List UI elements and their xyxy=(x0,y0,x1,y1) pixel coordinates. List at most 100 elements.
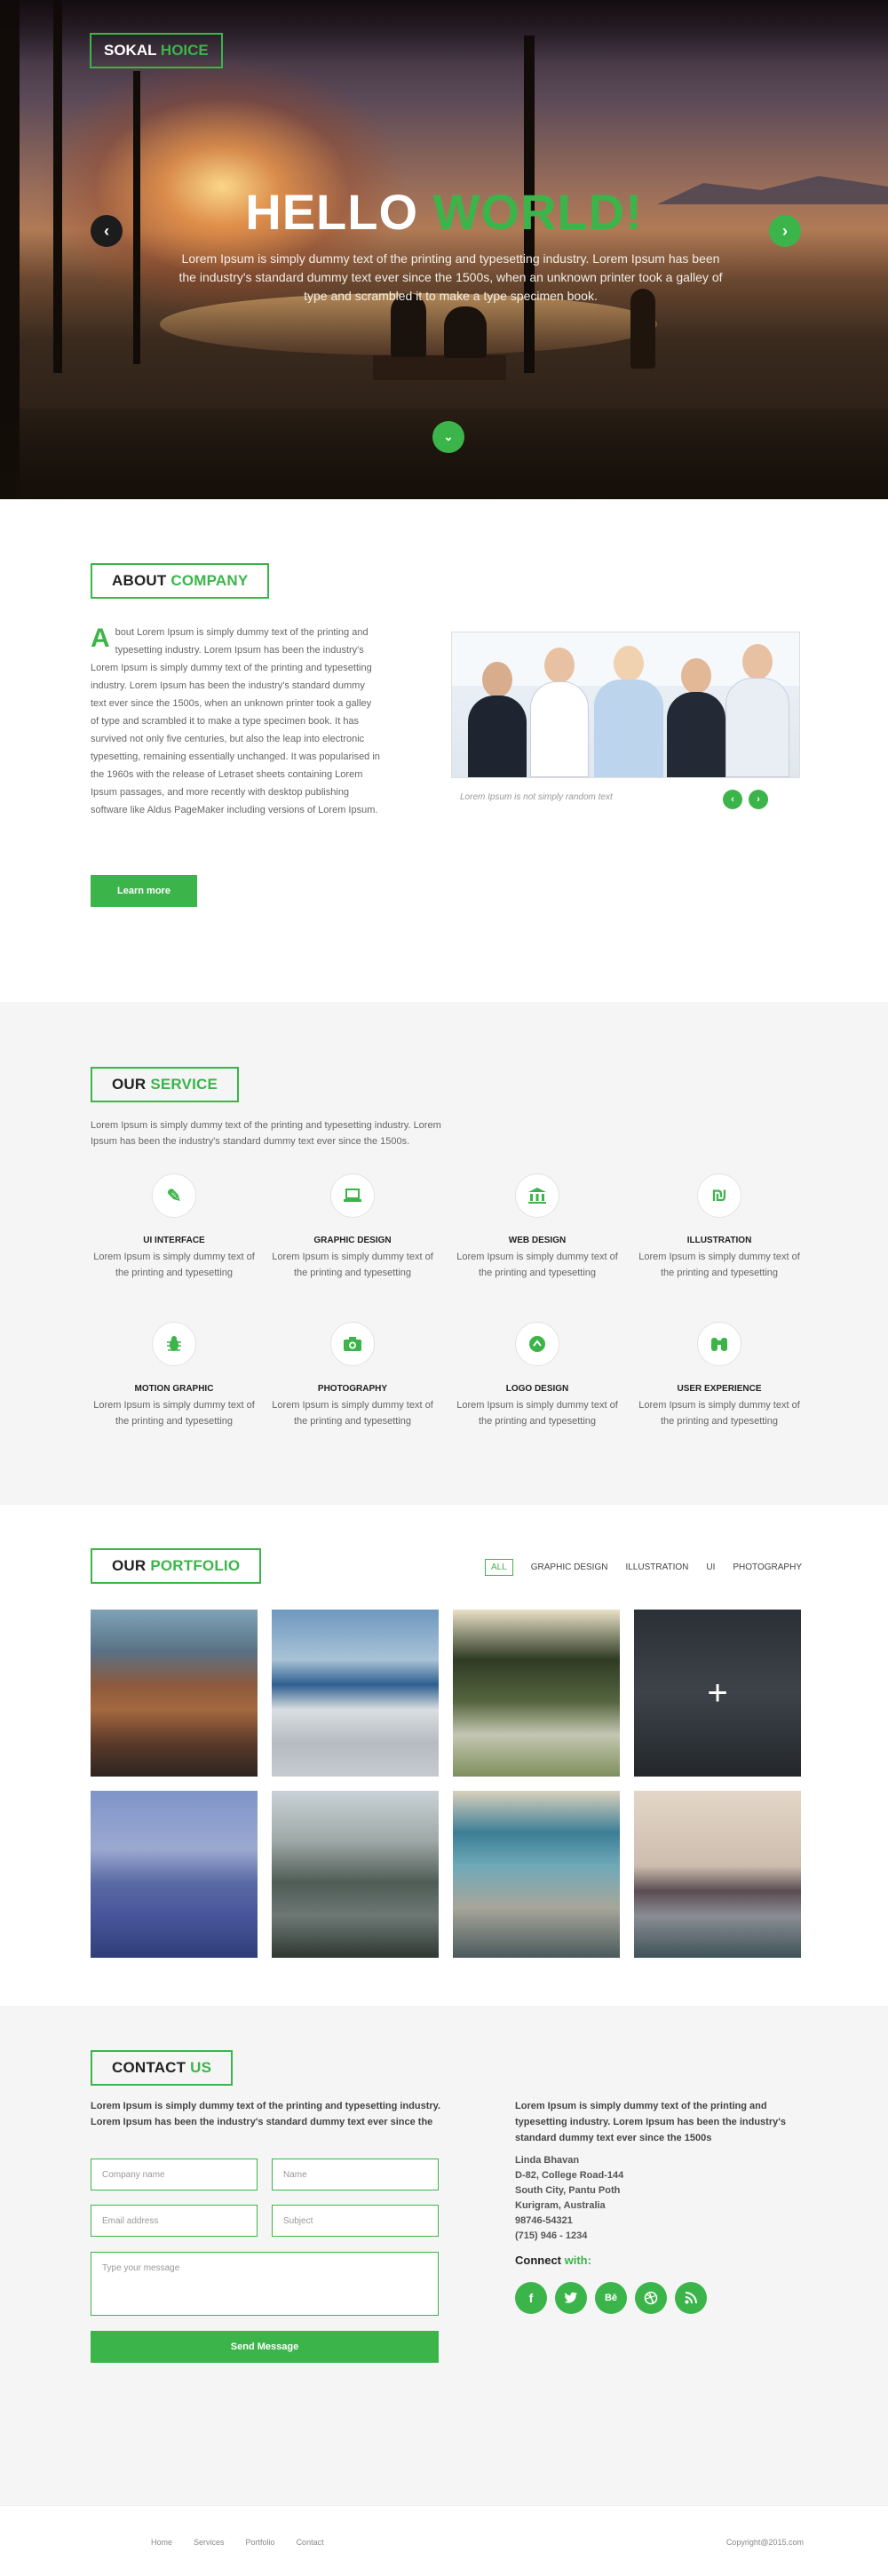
title-dark: CONTACT xyxy=(112,2059,191,2076)
behance-icon[interactable]: Bē xyxy=(595,2282,627,2314)
title-green: COMPANY xyxy=(170,572,249,589)
service-item[interactable]: PHOTOGRAPHY Lorem Ipsum is simply dummy … xyxy=(268,1322,437,1429)
chevron-up-circle-icon xyxy=(515,1322,559,1366)
service-text: Lorem Ipsum is simply dummy text of the … xyxy=(93,1400,255,1427)
email-field[interactable]: Email address xyxy=(91,2205,258,2237)
portfolio-item[interactable] xyxy=(91,1791,258,1958)
portfolio-item[interactable] xyxy=(453,1610,620,1777)
service-section-title: OUR SERVICE xyxy=(91,1067,240,1102)
bench xyxy=(373,355,506,380)
person xyxy=(530,648,589,777)
hero-title-white: HELLO xyxy=(245,184,433,240)
service-item[interactable]: GRAPHIC DESIGN Lorem Ipsum is simply dum… xyxy=(268,1173,437,1281)
chevron-down-icon: ⌄ xyxy=(443,430,454,443)
plus-icon: + xyxy=(707,1673,728,1713)
person-silhouette xyxy=(444,306,487,358)
rss-icon[interactable] xyxy=(675,2282,707,2314)
footer-link-contact[interactable]: Contact xyxy=(297,2538,324,2547)
twitter-icon[interactable] xyxy=(555,2282,587,2314)
photo-next-button[interactable]: › xyxy=(749,790,768,809)
address-line: Kurigram, Australia xyxy=(515,2200,606,2211)
portfolio-item[interactable] xyxy=(634,1791,801,1958)
site-logo[interactable]: SOKAL HOICE xyxy=(90,33,223,68)
title-green: SERVICE xyxy=(150,1076,218,1093)
team-photo xyxy=(451,632,800,778)
address-line: South City, Pantu Poth xyxy=(515,2185,621,2196)
service-title: WEB DESIGN xyxy=(508,1236,567,1245)
hero-text: Lorem Ipsum is simply dummy text of the … xyxy=(178,251,723,303)
subject-field[interactable]: Subject xyxy=(272,2205,439,2237)
address-line: Linda Bhavan xyxy=(515,2155,580,2166)
filter-photography[interactable]: PHOTOGRAPHY xyxy=(733,1562,802,1572)
contact-info: Lorem Ipsum is simply dummy text of the … xyxy=(515,2098,799,2244)
shekel-icon: ₪ xyxy=(697,1173,741,1218)
about-text: About Lorem Ipsum is simply dummy text o… xyxy=(91,624,380,819)
service-title: PHOTOGRAPHY xyxy=(317,1384,388,1394)
about-body: bout Lorem Ipsum is simply dummy text of… xyxy=(91,627,380,815)
person xyxy=(594,646,663,777)
footer-nav: Home Services Portfolio Contact xyxy=(151,2538,324,2547)
portfolio-item-hover[interactable]: + xyxy=(634,1610,801,1777)
send-message-button[interactable]: Send Message xyxy=(91,2331,439,2363)
title-green: PORTFOLIO xyxy=(150,1557,241,1574)
footer-link-services[interactable]: Services xyxy=(194,2538,225,2547)
portfolio-item[interactable] xyxy=(91,1610,258,1777)
filter-graphic-design[interactable]: GRAPHIC DESIGN xyxy=(531,1562,608,1572)
connect-heading: Connect with: xyxy=(515,2254,591,2267)
photo-caption: Lorem Ipsum is not simply random text xyxy=(460,792,613,802)
service-text: Lorem Ipsum is simply dummy text of the … xyxy=(456,1400,618,1427)
person xyxy=(725,644,789,777)
dropcap: A xyxy=(91,624,110,653)
filter-illustration[interactable]: ILLUSTRATION xyxy=(625,1562,688,1572)
filter-ui[interactable]: UI xyxy=(706,1562,715,1572)
filter-all[interactable]: ALL xyxy=(484,1559,513,1576)
person xyxy=(667,658,725,777)
title-dark: OUR xyxy=(112,1076,151,1093)
slider-prev-button[interactable]: ‹ xyxy=(91,215,123,247)
portfolio-item[interactable] xyxy=(272,1791,439,1958)
slider-next-button[interactable]: › xyxy=(769,215,801,247)
service-item[interactable]: USER EXPERIENCE Lorem Ipsum is simply du… xyxy=(635,1322,804,1429)
message-field[interactable]: Type your message xyxy=(91,2252,439,2316)
hero-banner: SOKAL HOICE HELLO WORLD! Lorem Ipsum is … xyxy=(0,0,888,499)
chevron-right-icon: › xyxy=(757,794,760,805)
name-field[interactable]: Name xyxy=(272,2159,439,2190)
binoculars-icon xyxy=(697,1322,741,1366)
facebook-icon[interactable]: f xyxy=(515,2282,547,2314)
logo-text-accent: HOICE xyxy=(160,42,209,59)
service-item[interactable]: ₪ ILLUSTRATION Lorem Ipsum is simply dum… xyxy=(635,1173,804,1281)
photo-prev-button[interactable]: ‹ xyxy=(723,790,742,809)
service-title: GRAPHIC DESIGN xyxy=(313,1236,392,1245)
scroll-down-button[interactable]: ⌄ xyxy=(432,421,464,453)
footer-link-home[interactable]: Home xyxy=(151,2538,172,2547)
service-item[interactable]: WEB DESIGN Lorem Ipsum is simply dummy t… xyxy=(453,1173,622,1281)
pen-icon: ✎ xyxy=(152,1173,196,1218)
chevron-right-icon: › xyxy=(782,221,788,240)
title-green: US xyxy=(190,2059,212,2076)
portfolio-item[interactable] xyxy=(453,1791,620,1958)
social-links: f Bē xyxy=(515,2282,707,2314)
site-footer: Home Services Portfolio Contact Copyrigh… xyxy=(0,2505,888,2576)
logo-text: SOKAL xyxy=(104,42,161,59)
connect-text: Connect xyxy=(515,2254,565,2267)
bank-icon xyxy=(515,1173,559,1218)
connect-text-green: with: xyxy=(564,2254,591,2267)
service-item[interactable]: LOGO DESIGN Lorem Ipsum is simply dummy … xyxy=(453,1322,622,1429)
dribbble-icon[interactable] xyxy=(635,2282,667,2314)
service-item[interactable]: MOTION GRAPHIC Lorem Ipsum is simply dum… xyxy=(90,1322,258,1429)
service-item[interactable]: ✎ UI INTERFACE Lorem Ipsum is simply dum… xyxy=(90,1173,258,1281)
service-text: Lorem Ipsum is simply dummy text of the … xyxy=(638,1400,800,1427)
learn-more-button[interactable]: Learn more xyxy=(91,875,197,907)
portfolio-item[interactable] xyxy=(272,1610,439,1777)
footer-link-portfolio[interactable]: Portfolio xyxy=(246,2538,275,2547)
portfolio-section-title: OUR PORTFOLIO xyxy=(91,1548,262,1584)
chevron-left-icon: ‹ xyxy=(104,221,109,240)
address-line: D-82, College Road-144 xyxy=(515,2170,624,2181)
company-name-field[interactable]: Company name xyxy=(91,2159,258,2190)
service-text: Lorem Ipsum is simply dummy text of the … xyxy=(272,1252,433,1278)
service-text: Lorem Ipsum is simply dummy text of the … xyxy=(272,1400,433,1427)
service-intro: Lorem Ipsum is simply dummy text of the … xyxy=(91,1120,441,1147)
service-title: USER EXPERIENCE xyxy=(677,1384,762,1394)
chevron-left-icon: ‹ xyxy=(731,794,734,805)
contact-intro: Lorem Ipsum is simply dummy text of the … xyxy=(91,2101,441,2127)
